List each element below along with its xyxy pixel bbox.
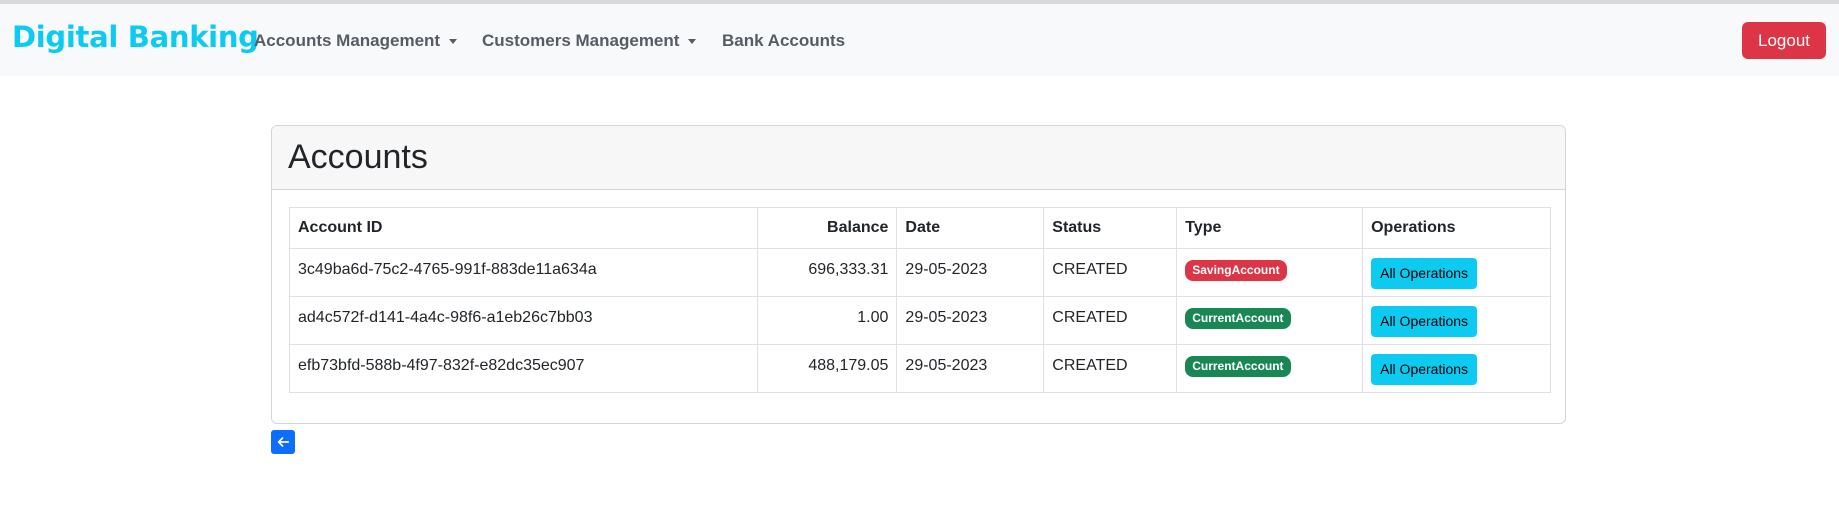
cell-balance: 488,179.05 xyxy=(757,344,898,393)
cell-operations: All Operations xyxy=(1362,344,1551,393)
caret-down-icon xyxy=(449,39,458,44)
table-row: efb73bfd-588b-4f97-832f-e82dc35ec907 488… xyxy=(288,344,1551,393)
arrow-left-icon xyxy=(277,437,290,447)
cell-status: CREATED xyxy=(1043,296,1178,345)
all-operations-button[interactable]: All Operations xyxy=(1371,306,1478,337)
nav-bank-accounts[interactable]: Bank Accounts xyxy=(722,31,845,51)
nav-accounts-management-dropdown[interactable]: Accounts Management xyxy=(254,31,458,51)
column-header-date: Date xyxy=(896,207,1045,249)
type-badge: CurrentAccount xyxy=(1185,356,1291,377)
cell-type: SavingAccount xyxy=(1176,248,1364,297)
caret-down-icon xyxy=(688,39,697,44)
type-badge: SavingAccount xyxy=(1185,260,1287,281)
cell-balance: 1.00 xyxy=(757,296,898,345)
cell-date: 29-05-2023 xyxy=(896,248,1045,297)
cell-status: CREATED xyxy=(1043,248,1178,297)
cell-account-id: ad4c572f-d141-4a4c-98f6-a1eb26c7bb03 xyxy=(288,296,759,345)
card-header: Accounts xyxy=(272,126,1565,190)
cell-status: CREATED xyxy=(1043,344,1178,393)
table-header-row: Account ID Balance Date Status Type Oper… xyxy=(288,207,1551,249)
nav-bank-accounts-label: Bank Accounts xyxy=(722,31,846,50)
cell-account-id: 3c49ba6d-75c2-4765-991f-883de11a634a xyxy=(288,248,759,297)
accounts-table: Account ID Balance Date Status Type Oper… xyxy=(288,207,1551,393)
cell-type: CurrentAccount xyxy=(1176,344,1364,393)
column-header-status: Status xyxy=(1043,207,1178,249)
cell-operations: All Operations xyxy=(1362,296,1551,345)
back-button[interactable] xyxy=(271,430,295,454)
brand-logo[interactable]: Digital Banking xyxy=(12,20,259,54)
cell-date: 29-05-2023 xyxy=(896,344,1045,393)
cell-operations: All Operations xyxy=(1362,248,1551,297)
nav-customers-management-label: Customers Management xyxy=(482,31,680,50)
table-row: ad4c572f-d141-4a4c-98f6-a1eb26c7bb03 1.0… xyxy=(288,296,1551,345)
nav-accounts-management-label: Accounts Management xyxy=(254,31,441,50)
page-title: Accounts xyxy=(288,138,428,176)
all-operations-button[interactable]: All Operations xyxy=(1371,258,1478,289)
cell-balance: 696,333.31 xyxy=(757,248,898,297)
column-header-account-id: Account ID xyxy=(288,207,759,249)
type-badge: CurrentAccount xyxy=(1185,308,1291,329)
column-header-type: Type xyxy=(1176,207,1364,249)
navbar: Digital Banking Accounts Management Cust… xyxy=(0,4,1839,76)
logout-button[interactable]: Logout xyxy=(1742,22,1826,59)
cell-account-id: efb73bfd-588b-4f97-832f-e82dc35ec907 xyxy=(288,344,759,393)
accounts-card: Accounts Account ID Balance Date Status … xyxy=(271,125,1566,424)
column-header-balance: Balance xyxy=(757,207,898,249)
cell-date: 29-05-2023 xyxy=(896,296,1045,345)
nav-customers-management-dropdown[interactable]: Customers Management xyxy=(482,31,697,51)
table-row: 3c49ba6d-75c2-4765-991f-883de11a634a 696… xyxy=(288,248,1551,297)
cell-type: CurrentAccount xyxy=(1176,296,1364,345)
column-header-operations: Operations xyxy=(1362,207,1551,249)
all-operations-button[interactable]: All Operations xyxy=(1371,354,1478,385)
